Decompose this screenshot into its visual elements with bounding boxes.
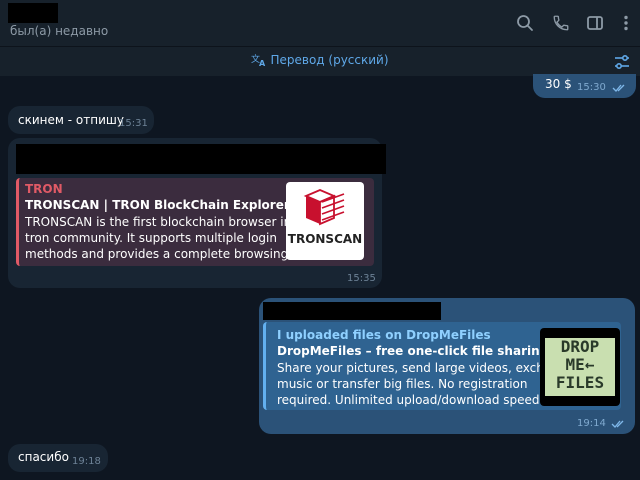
incoming-link-message[interactable]: TRON TRONSCAN | TRON BlockChain Explorer…: [8, 138, 386, 288]
preview-description: TRONSCAN is the first blockchain browser…: [25, 215, 319, 261]
tronscan-logo-icon: TRONSCAN: [288, 189, 362, 246]
translate-icon: 文A: [251, 53, 266, 68]
link-preview[interactable]: I uploaded files on DropMeFiles DropMeFi…: [263, 322, 621, 410]
message-time: 15:30: [577, 82, 606, 93]
outgoing-message[interactable]: 30 $ 15:30: [533, 74, 636, 98]
svg-text:TRONSCAN: TRONSCAN: [288, 232, 362, 246]
phone-icon[interactable]: [549, 11, 573, 35]
search-icon[interactable]: [513, 11, 537, 35]
message-text: 30 $: [545, 77, 572, 91]
filter-settings-icon[interactable]: [612, 52, 632, 72]
chat-header: был(а) недавно: [0, 0, 640, 46]
tronscan-thumbnail[interactable]: TRONSCAN: [286, 182, 364, 260]
preview-site-name: I uploaded files on DropMeFiles: [277, 328, 491, 342]
contact-name-redacted[interactable]: [8, 3, 58, 23]
message-time: 19:14: [577, 418, 606, 429]
message-time: 15:35: [347, 273, 376, 284]
double-check-icon: [612, 84, 625, 92]
svg-text:A: A: [259, 59, 266, 67]
dropmefiles-logo: DROP ME← FILES: [545, 338, 615, 396]
preview-title: TRONSCAN | TRON BlockChain Explorer: [25, 198, 290, 212]
translate-label: Перевод (русский): [270, 53, 389, 67]
incoming-message[interactable]: скинем - отпишу 15:31: [8, 106, 154, 134]
double-check-icon: [611, 420, 624, 428]
dropmefiles-thumbnail[interactable]: DROP ME← FILES: [540, 328, 620, 406]
message-text: скинем - отпишу: [18, 113, 124, 127]
outgoing-link-message[interactable]: I uploaded files on DropMeFiles DropMeFi…: [259, 298, 635, 434]
message-text: спасибо: [18, 450, 69, 464]
link-url-redacted[interactable]: [16, 144, 386, 174]
arrow-left-icon: ←: [584, 355, 595, 374]
sidebar-toggle-icon[interactable]: [583, 11, 607, 35]
preview-description: Share your pictures, send large videos, …: [277, 361, 574, 407]
preview-site-name: TRON: [25, 182, 63, 196]
message-time: 19:18: [72, 456, 101, 467]
incoming-message[interactable]: спасибо 19:18: [8, 444, 108, 472]
translation-bar: 文 A Перевод (русский): [0, 46, 640, 76]
more-vertical-icon[interactable]: [614, 11, 638, 35]
contact-status: был(а) недавно: [10, 24, 109, 38]
translate-button[interactable]: 文 A Перевод (русский): [0, 53, 640, 68]
message-time: 15:31: [119, 118, 148, 129]
link-preview[interactable]: TRON TRONSCAN | TRON BlockChain Explorer…: [16, 178, 374, 266]
link-url-redacted[interactable]: [263, 302, 441, 320]
